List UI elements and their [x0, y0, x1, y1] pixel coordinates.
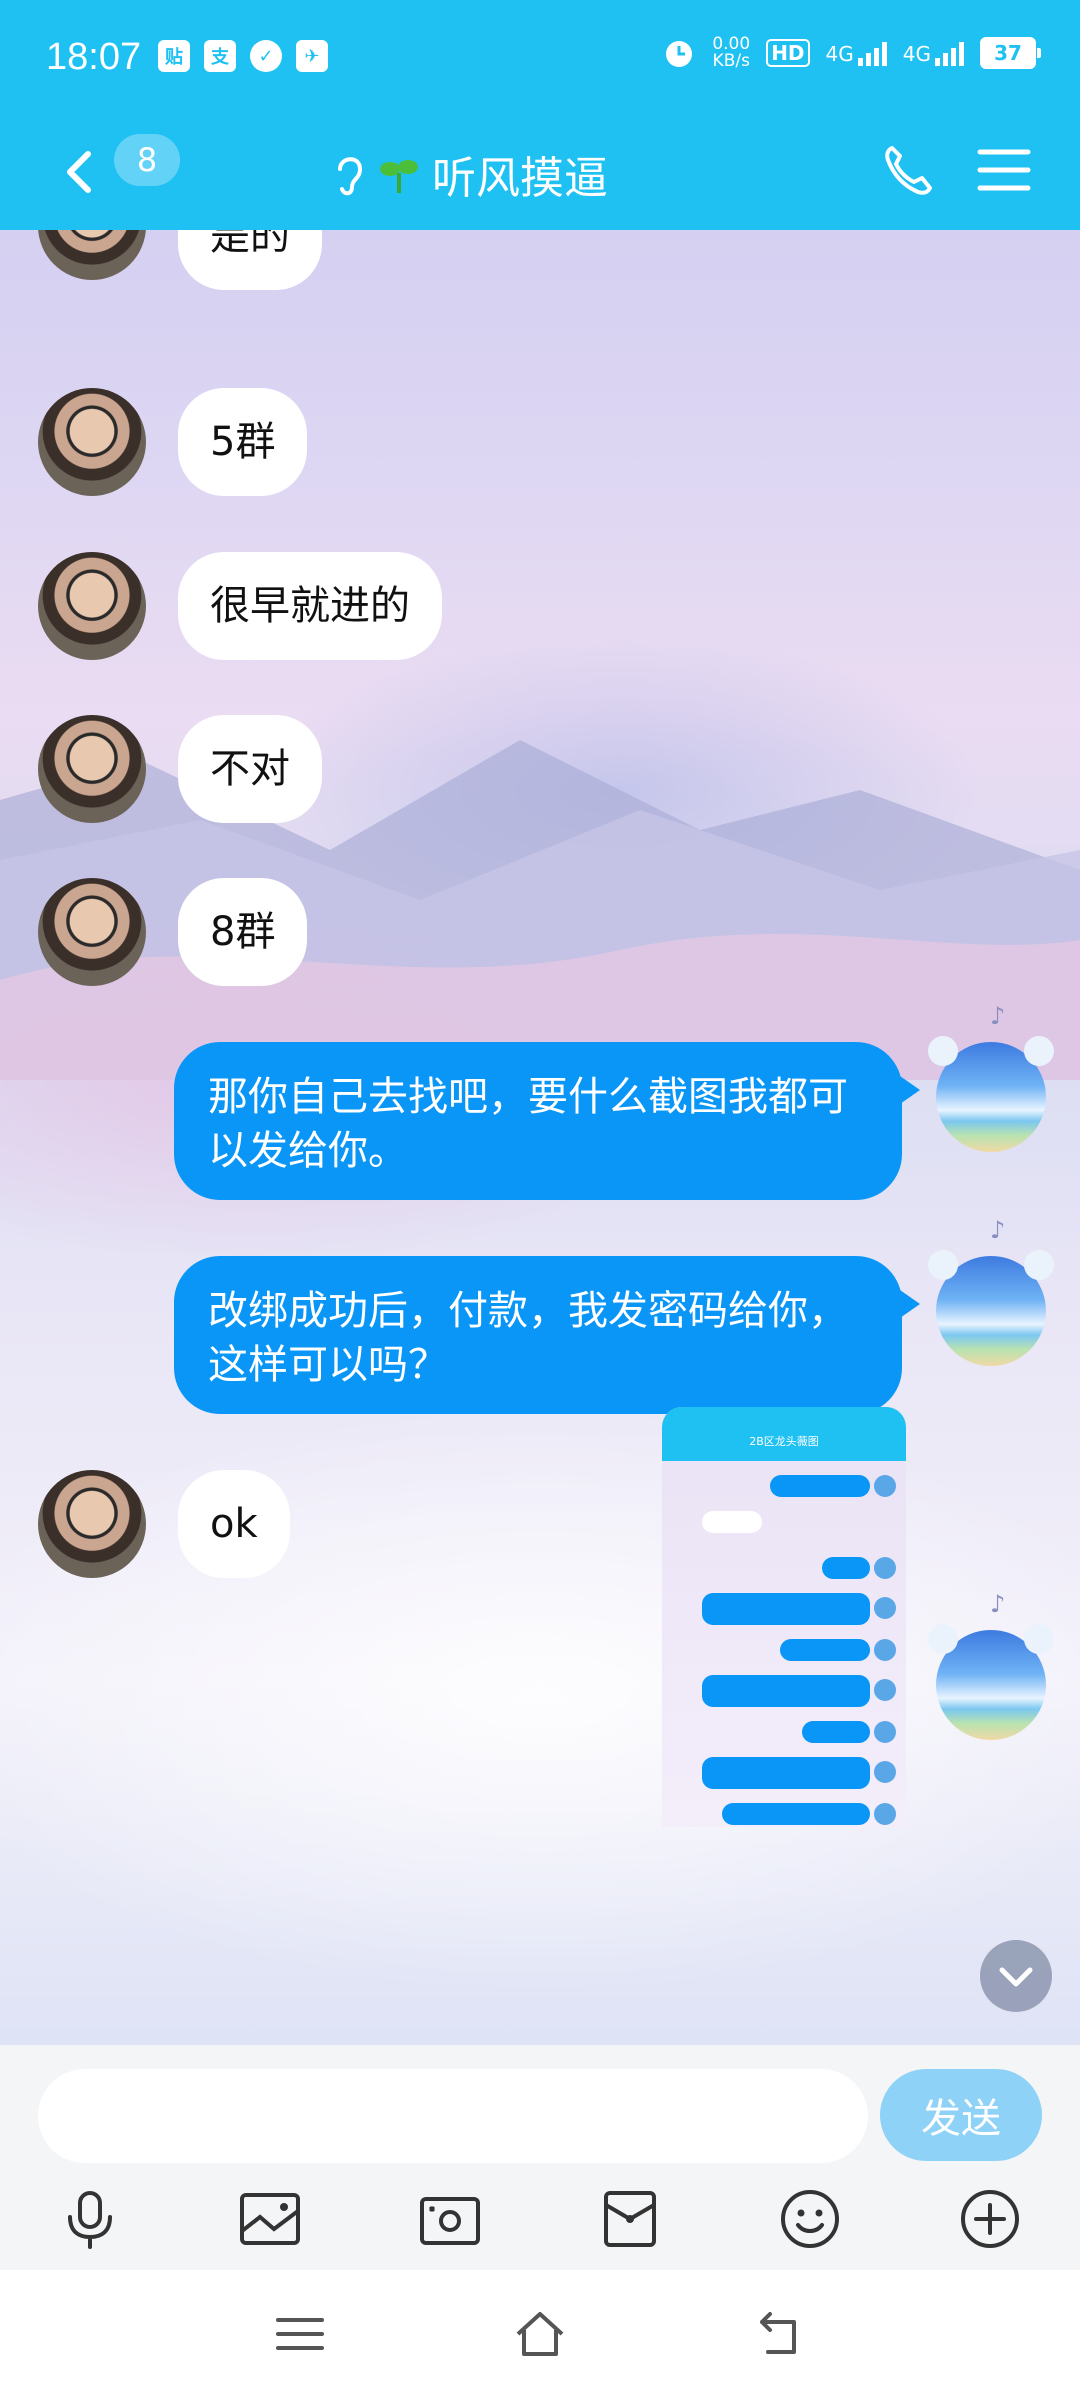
signal-1: 4G — [826, 40, 887, 66]
phone-icon[interactable] — [878, 140, 938, 200]
status-time: 18:07 — [46, 36, 142, 78]
bubble-tail — [900, 1076, 920, 1104]
music-note-icon: ♪ — [990, 1590, 1006, 1618]
home-icon[interactable] — [514, 2308, 566, 2360]
contact-avatar[interactable] — [38, 230, 146, 280]
bubble-tail — [900, 1290, 920, 1318]
chat-title: 听风摸逼 — [432, 153, 608, 204]
contact-avatar[interactable] — [38, 1470, 146, 1578]
system-navigation-bar — [0, 2270, 1080, 2400]
incoming-message[interactable]: 是的 — [178, 230, 322, 290]
send-button[interactable]: 发送 — [880, 2069, 1042, 2161]
message-list[interactable]: 是的 5群 很早就进的 不对 8群 ♪ 那你自己去找吧，要什么截图我都可以发给你… — [0, 230, 1080, 2045]
speedometer-app-icon: ✓ — [250, 40, 282, 72]
scroll-down-button[interactable] — [980, 1940, 1052, 2012]
contact-avatar[interactable] — [38, 715, 146, 823]
image-icon[interactable] — [238, 2187, 302, 2251]
battery-indicator: 37 — [980, 37, 1041, 69]
signal-bars-icon — [935, 40, 964, 66]
outgoing-message[interactable]: 改绑成功后，付款，我发密码给你，这样可以吗？ — [174, 1256, 902, 1414]
back-nav-icon[interactable] — [754, 2308, 806, 2360]
plus-icon[interactable] — [958, 2187, 1022, 2251]
microphone-icon[interactable] — [58, 2187, 122, 2251]
sprout-icon — [380, 160, 418, 193]
chat-title-area[interactable]: 听风摸逼 — [330, 138, 608, 210]
incoming-message[interactable]: 不对 — [178, 715, 322, 823]
chevron-down-icon — [999, 1967, 1033, 1987]
my-avatar[interactable] — [928, 1624, 1054, 1740]
network-speed: 0.00 KB/s — [712, 34, 751, 71]
red-packet-icon[interactable] — [598, 2187, 662, 2251]
my-avatar[interactable] — [928, 1250, 1054, 1366]
chat-header: 8 听风摸逼 — [0, 120, 1080, 230]
screenshot-image-message[interactable]: 2B区龙头薇图 — [662, 1407, 906, 1827]
status-bar: 18:07 贴 支 ✓ ✈ 0.00 KB/s HD 4G 4G 37 — [0, 0, 1080, 120]
chevron-left-icon[interactable] — [52, 142, 112, 202]
emoji-icon[interactable] — [778, 2187, 842, 2251]
recent-apps-icon[interactable] — [274, 2308, 326, 2360]
menu-icon[interactable] — [976, 142, 1032, 198]
contact-avatar[interactable] — [38, 552, 146, 660]
incoming-message[interactable]: 很早就进的 — [178, 552, 442, 660]
signal-bars-icon — [857, 40, 887, 66]
alipay-app-icon: 支 — [204, 40, 236, 72]
incoming-message[interactable]: 8群 — [178, 878, 308, 986]
signal-2: 4G — [903, 40, 964, 66]
message-input[interactable] — [38, 2069, 868, 2163]
unread-count-badge[interactable]: 8 — [114, 134, 180, 186]
composer: 发送 — [0, 2045, 1080, 2270]
hd-badge: HD — [766, 39, 810, 67]
camera-icon[interactable] — [418, 2187, 482, 2251]
incoming-message[interactable]: 5群 — [178, 388, 308, 496]
music-note-icon: ♪ — [990, 1002, 1006, 1030]
screenshot-header: 2B区龙头薇图 — [662, 1407, 906, 1461]
tieba-app-icon: 贴 — [158, 40, 190, 72]
alarm-icon — [666, 41, 693, 67]
music-note-icon: ♪ — [990, 1216, 1006, 1244]
incoming-message[interactable]: ok — [178, 1470, 290, 1578]
notification-icons: 贴 支 ✓ ✈ — [158, 40, 328, 72]
ear-icon — [338, 157, 363, 196]
my-avatar[interactable] — [928, 1036, 1054, 1152]
contact-avatar[interactable] — [38, 878, 146, 986]
paper-plane-app-icon: ✈ — [296, 40, 328, 72]
contact-avatar[interactable] — [38, 388, 146, 496]
outgoing-message[interactable]: 那你自己去找吧，要什么截图我都可以发给你。 — [174, 1042, 902, 1200]
status-indicators: 0.00 KB/s HD 4G 4G 37 — [662, 34, 1041, 71]
